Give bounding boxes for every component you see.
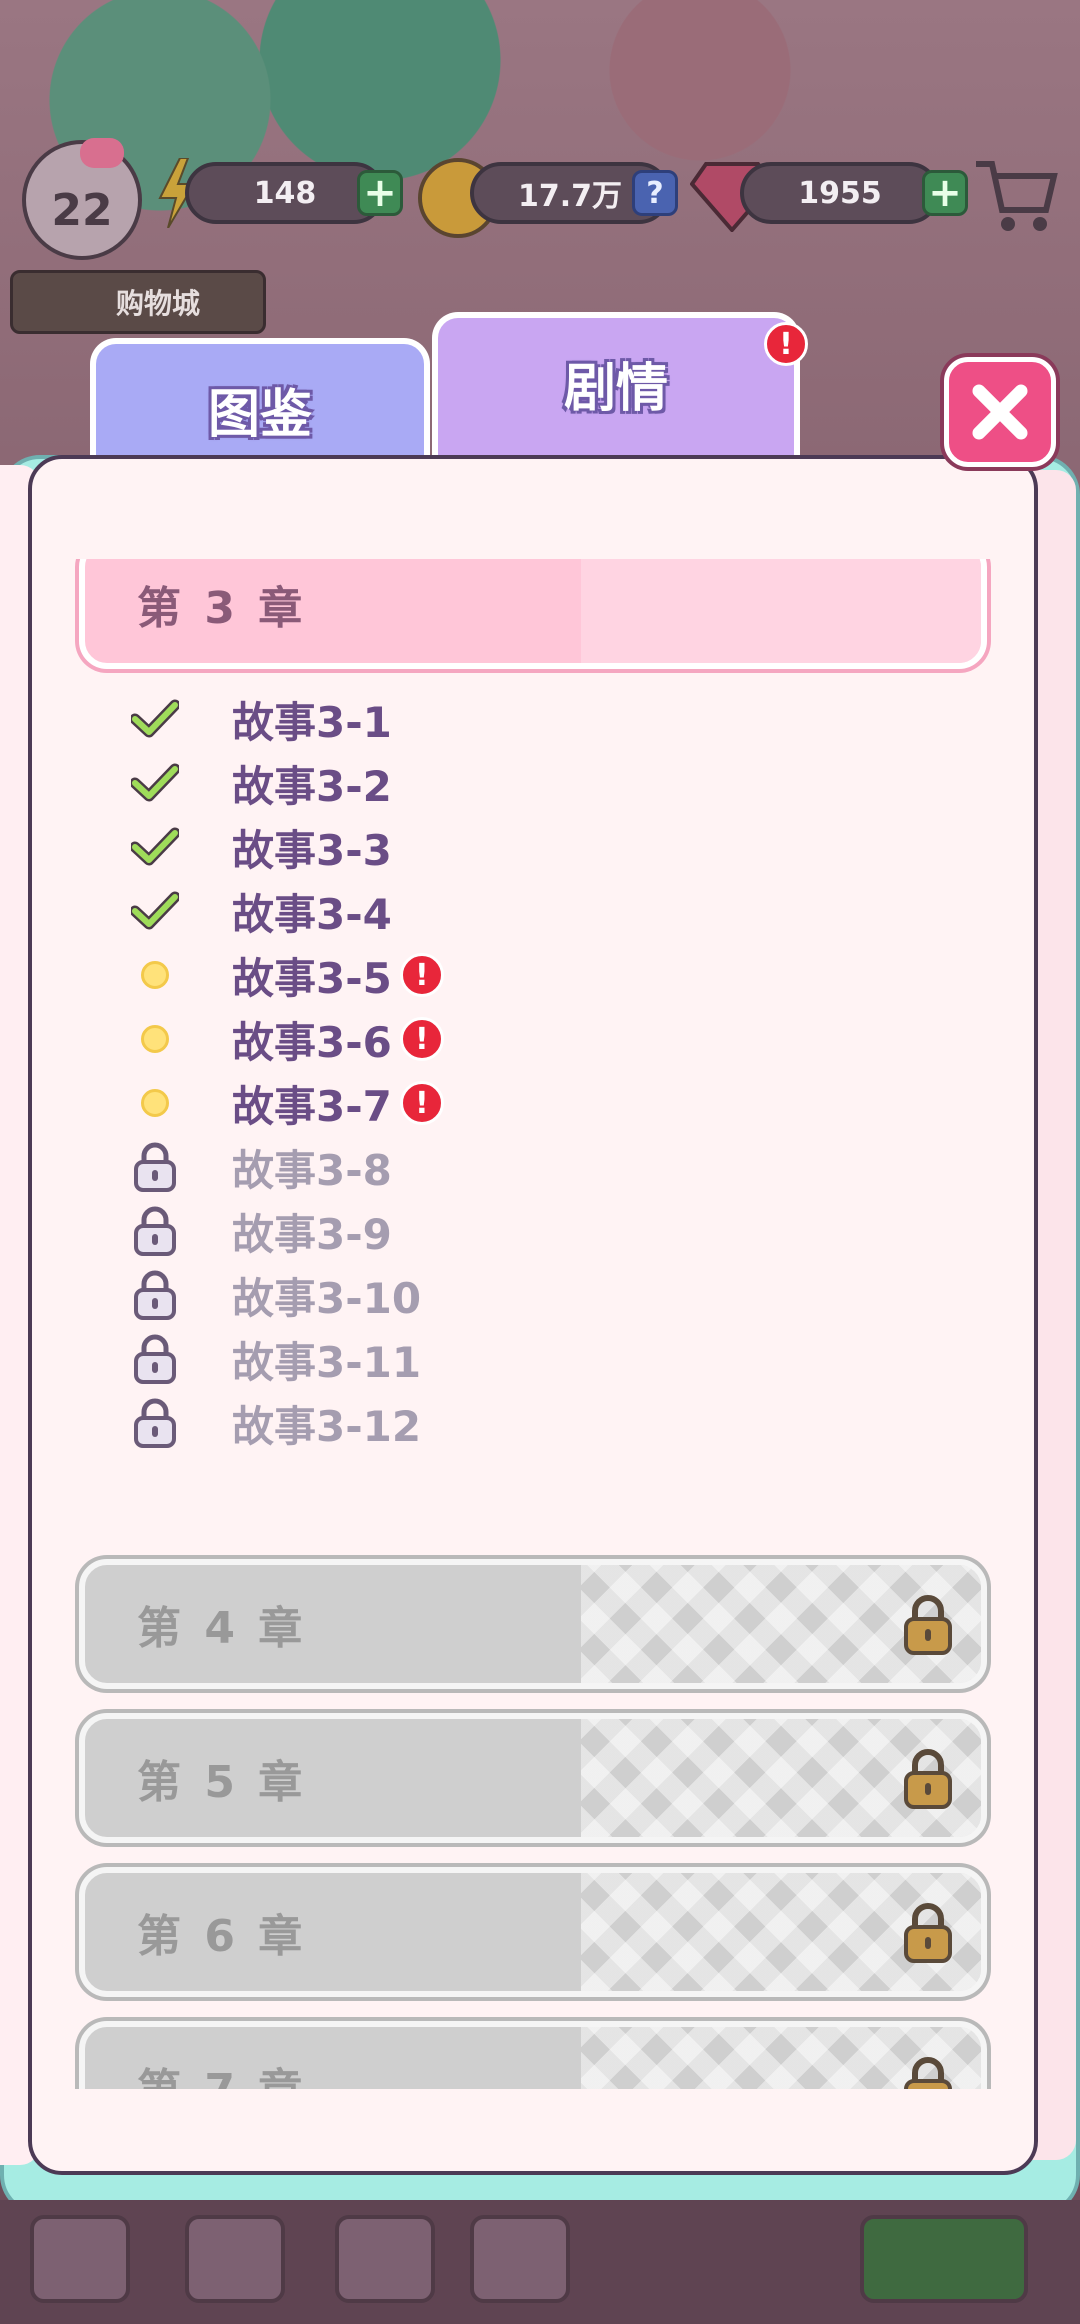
- checkmark-icon: [130, 822, 180, 872]
- story-label: 故事3-12: [232, 1401, 422, 1451]
- add-energy-button[interactable]: +: [357, 170, 403, 216]
- add-gems-button[interactable]: +: [922, 170, 968, 216]
- lock-icon: [903, 1749, 953, 1809]
- lock-icon: [130, 1206, 180, 1256]
- lock-icon: [903, 1903, 953, 1963]
- gem-value: 1955: [798, 175, 882, 211]
- cart-icon[interactable]: [970, 150, 1060, 240]
- story-label: 故事3-10: [232, 1273, 422, 1323]
- new-dot-icon: [130, 1078, 180, 1128]
- gem-counter: 1955: [740, 162, 940, 224]
- lock-icon: [130, 1270, 180, 1320]
- new-dot-icon: [130, 950, 180, 1000]
- energy-value: 148: [253, 175, 317, 211]
- toolbar-button[interactable]: [30, 2215, 130, 2303]
- energy-counter: 148: [185, 162, 385, 224]
- chapter-title: 第 7 章: [137, 2027, 306, 2089]
- close-button[interactable]: [944, 357, 1056, 467]
- chapter-header-locked[interactable]: 第 5 章: [79, 1713, 987, 1843]
- story-label: 故事3-6: [232, 1017, 392, 1067]
- story-item[interactable]: 故事3-3: [130, 817, 392, 877]
- story-label: 故事3-5: [232, 953, 392, 1003]
- shop-label: 购物城: [115, 287, 200, 320]
- story-label: 故事3-7: [232, 1081, 392, 1131]
- tab-story[interactable]: 剧情: [432, 312, 800, 472]
- story-book-panel: 第 3 章 故事3-1 故事3-2 故事3-3 故事3-4 故事3-5! 故事3-6! 故事…: [28, 455, 1038, 2175]
- level-text: 22: [51, 184, 113, 236]
- story-item: 故事3-10: [130, 1265, 421, 1325]
- lock-icon: [130, 1334, 180, 1384]
- story-item[interactable]: 故事3-4: [130, 881, 392, 941]
- story-item: 故事3-12: [130, 1393, 421, 1453]
- lock-icon: [130, 1142, 180, 1192]
- checkmark-icon: [130, 886, 180, 936]
- shop-sign[interactable]: 购物城: [10, 270, 266, 334]
- story-label: 故事3-2: [232, 761, 392, 811]
- bow-icon: [80, 138, 124, 168]
- chapter-title: 第 5 章: [137, 1757, 307, 1808]
- chapter-title: 第 6 章: [137, 1911, 307, 1962]
- story-item[interactable]: 故事3-1: [130, 689, 392, 749]
- alert-badge: !: [399, 1081, 444, 1125]
- chapter-header-locked[interactable]: 第 6 章: [79, 1867, 987, 1997]
- story-label: 故事3-8: [232, 1145, 392, 1195]
- coin-help-button[interactable]: ?: [632, 170, 678, 216]
- story-label: 故事3-1: [232, 697, 392, 747]
- chapter-illustration: [581, 559, 981, 663]
- story-item[interactable]: 故事3-2: [130, 753, 392, 813]
- lock-icon: [130, 1398, 180, 1448]
- story-label: 故事3-3: [232, 825, 392, 875]
- alert-badge: !: [399, 1017, 444, 1061]
- chapter-header-locked[interactable]: 第 7 章: [79, 2021, 987, 2089]
- story-item: 故事3-8: [130, 1137, 392, 1197]
- toolbar-button[interactable]: [335, 2215, 435, 2303]
- tab-story-alert-badge: !: [764, 322, 808, 366]
- story-item[interactable]: 故事3-7!: [130, 1073, 444, 1133]
- new-dot-icon: [130, 1014, 180, 1064]
- chapter-title: 第 4 章: [137, 1603, 307, 1654]
- coin-value: 17.7万: [517, 179, 623, 214]
- toolbar-button[interactable]: [185, 2215, 285, 2303]
- toolbar-button[interactable]: [470, 2215, 570, 2303]
- chapter-header-locked[interactable]: 第 4 章: [79, 1559, 987, 1689]
- chapter-scroll-list[interactable]: 第 3 章 故事3-1 故事3-2 故事3-3 故事3-4 故事3-5! 故事3-6! 故事…: [32, 559, 1034, 2089]
- story-item[interactable]: 故事3-6!: [130, 1009, 444, 1069]
- story-label: 故事3-4: [232, 889, 392, 939]
- chapter-header-active[interactable]: 第 3 章: [79, 559, 987, 669]
- lock-icon: [903, 1595, 953, 1655]
- story-label: 故事3-11: [232, 1337, 422, 1387]
- close-icon: [972, 384, 1028, 440]
- checkmark-icon: [130, 694, 180, 744]
- checkmark-icon: [130, 758, 180, 808]
- story-label: 故事3-9: [232, 1209, 392, 1259]
- alert-badge: !: [399, 953, 444, 997]
- story-item: 故事3-9: [130, 1201, 392, 1261]
- lock-icon: [903, 2057, 953, 2089]
- story-item[interactable]: 故事3-5!: [130, 945, 444, 1005]
- chapter-title: 第 3 章: [137, 583, 307, 634]
- story-item: 故事3-11: [130, 1329, 421, 1389]
- toolbar-button[interactable]: [860, 2215, 1028, 2303]
